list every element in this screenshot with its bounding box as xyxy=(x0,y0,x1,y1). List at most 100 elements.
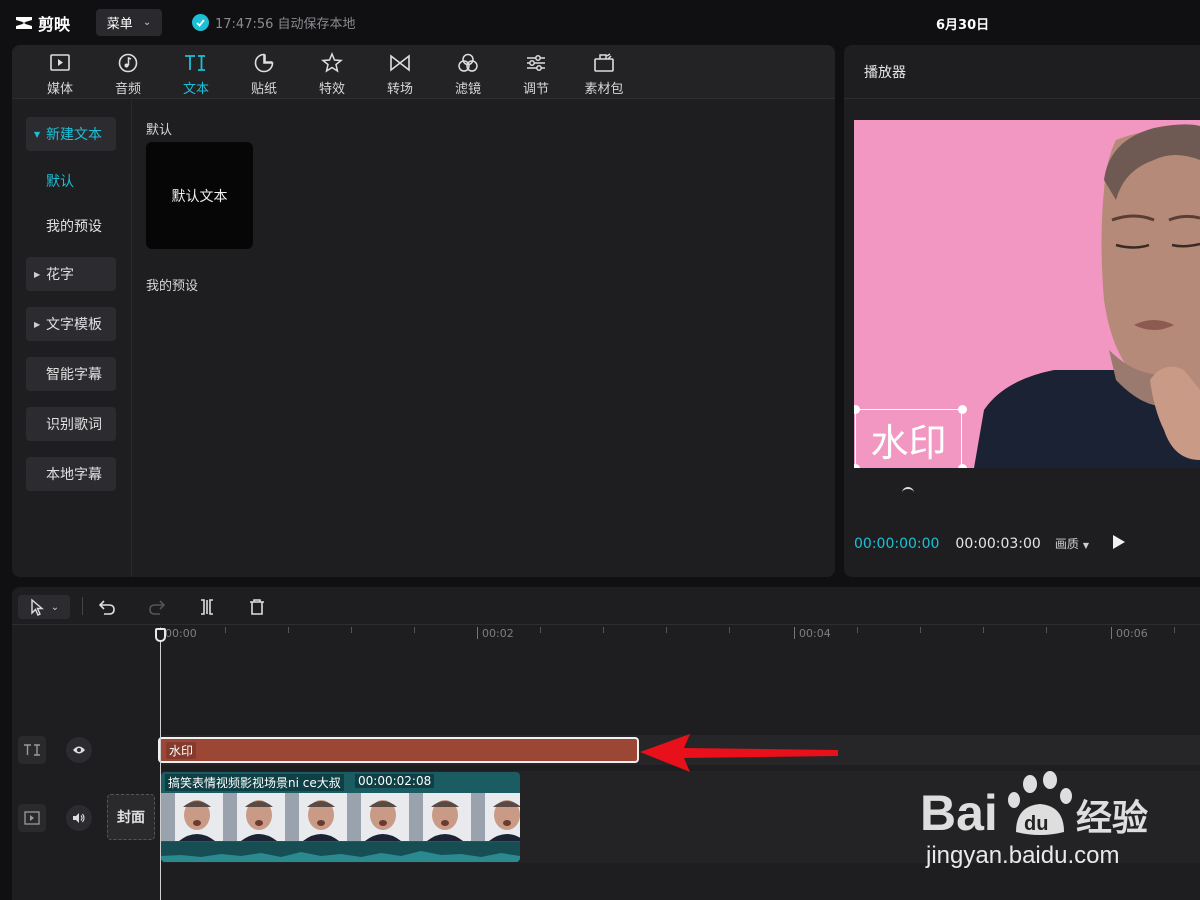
sidebar-item-label: 新建文本 xyxy=(46,127,102,143)
video-track-icon xyxy=(18,804,46,832)
playhead-line xyxy=(160,633,161,900)
tab-transition[interactable]: 转场 xyxy=(366,45,434,98)
menu-label: 菜单 xyxy=(106,17,133,32)
delete-button[interactable] xyxy=(246,595,268,619)
tab-label: 素材包 xyxy=(584,82,624,97)
thumbnail-frame xyxy=(471,793,520,841)
adjust-icon xyxy=(527,55,545,71)
video-preview[interactable]: 水印 xyxy=(854,120,1200,468)
sidebar-item-auto-captions[interactable]: 智能字幕 xyxy=(26,357,116,391)
text-clip-watermark[interactable]: 水印 xyxy=(158,737,639,763)
redo-button[interactable] xyxy=(146,595,168,619)
ruler-tick xyxy=(603,627,604,633)
effects-icon xyxy=(321,52,343,73)
ruler-tick xyxy=(414,627,415,633)
ruler-label: 00:02 xyxy=(482,627,514,640)
undo-button[interactable] xyxy=(96,595,118,619)
thumbnail-frame xyxy=(223,793,285,841)
text-icon xyxy=(185,55,205,71)
video-clip[interactable]: 搞笑表情视频影视场景ni ce大叔 00:00:02:08 xyxy=(161,772,520,862)
toolbar-divider xyxy=(82,597,83,615)
watermark-site: jingyan.baidu.com xyxy=(926,842,1120,869)
cover-button[interactable]: 封面 xyxy=(107,794,155,840)
tab-label: 媒体 xyxy=(46,82,73,97)
track-visibility-button[interactable] xyxy=(66,737,92,763)
tab-media[interactable]: 媒体 xyxy=(26,45,94,98)
track-mute-button[interactable] xyxy=(66,805,92,831)
tab-label: 特效 xyxy=(318,82,345,97)
timeline-ruler[interactable]: 00:00 00:02 00:04 00:06 xyxy=(160,625,1200,645)
timeline-toolbar: ⌄ xyxy=(12,587,1200,625)
sidebar-item-default[interactable]: 默认 xyxy=(26,164,116,198)
svg-text:Bai: Bai xyxy=(920,785,998,841)
ruler-label: 00:06 xyxy=(1116,627,1148,640)
watermark-text-overlay[interactable]: 水印 xyxy=(855,409,962,468)
ruler-tick xyxy=(666,627,667,633)
sidebar-item-my-presets[interactable]: 我的预设 xyxy=(26,209,116,243)
resource-panel: 媒体 音频 文本 贴纸 特效 转场 滤镜 调节 素材包 ▼ 新建文本 默认 我的… xyxy=(12,45,835,577)
sidebar-item-text-template[interactable]: ▶ 文字模板 xyxy=(26,307,116,341)
watermark-text: 水印 xyxy=(870,420,947,465)
split-icon xyxy=(201,599,213,615)
quality-dropdown[interactable]: 画质 ▼ xyxy=(1055,535,1089,552)
check-circle-icon xyxy=(192,14,209,31)
quality-label: 画质 xyxy=(1054,537,1079,551)
app-logo: 剪映 xyxy=(14,11,70,35)
speaker-icon xyxy=(73,813,85,823)
sidebar-item-local-captions[interactable]: 本地字幕 xyxy=(26,457,116,491)
autosave-text: 17:47:56 自动保存本地 xyxy=(215,17,356,32)
baidu-jingyan-watermark: Bai du 经验 jingyan.baidu.com xyxy=(920,770,1190,890)
resize-handle[interactable] xyxy=(958,405,967,414)
rotate-handle-icon[interactable] xyxy=(902,487,914,493)
total-time: 00:00:03:00 xyxy=(955,535,1041,552)
ruler-tick xyxy=(288,627,289,633)
text-track-icon xyxy=(18,736,46,764)
tab-package[interactable]: 素材包 xyxy=(570,45,638,98)
tab-filter[interactable]: 滤镜 xyxy=(434,45,502,98)
sidebar-item-fancy-text[interactable]: ▶ 花字 xyxy=(26,257,116,291)
play-icon[interactable] xyxy=(1112,534,1126,550)
trash-icon xyxy=(250,599,264,615)
ruler-label: 00:04 xyxy=(799,627,831,640)
sidebar-item-lyrics[interactable]: 识别歌词 xyxy=(26,407,116,441)
resize-handle[interactable] xyxy=(958,464,967,468)
video-thumbnails xyxy=(161,793,520,841)
project-date: 6月30日 xyxy=(936,18,990,33)
ruler-tick xyxy=(351,627,352,633)
tab-label: 滤镜 xyxy=(454,82,481,97)
tab-adjust[interactable]: 调节 xyxy=(502,45,570,98)
chevron-down-icon: ⌄ xyxy=(142,17,152,28)
sidebar-item-label: 识别歌词 xyxy=(46,417,102,433)
text-clip-label: 水印 xyxy=(166,742,197,759)
tab-label: 调节 xyxy=(522,82,549,97)
red-arrow-annotation-icon xyxy=(640,734,838,772)
playhead-handle[interactable] xyxy=(155,628,166,642)
sidebar-item-label: 本地字幕 xyxy=(46,467,102,483)
section-title-default: 默认 xyxy=(146,123,173,138)
tab-sticker[interactable]: 贴纸 xyxy=(230,45,298,98)
tab-effects[interactable]: 特效 xyxy=(298,45,366,98)
default-text-card[interactable]: 默认文本 xyxy=(146,142,253,249)
package-icon xyxy=(594,53,614,72)
chevron-down-icon: ⌄ xyxy=(50,601,60,613)
menu-button[interactable]: 菜单 ⌄ xyxy=(96,9,162,36)
redo-icon xyxy=(149,600,166,615)
top-bar: 剪映 菜单 ⌄ 17:47:56 自动保存本地 6月30日 xyxy=(0,0,1200,44)
caret-down-icon: ▼ xyxy=(1082,541,1090,550)
select-tool-button[interactable]: ⌄ xyxy=(18,595,70,619)
tab-label: 文本 xyxy=(182,82,209,97)
split-button[interactable] xyxy=(196,595,218,619)
sidebar-item-new-text[interactable]: ▼ 新建文本 xyxy=(26,117,116,151)
ruler-tick xyxy=(920,627,921,633)
tab-text[interactable]: 文本 xyxy=(162,45,230,98)
tab-audio[interactable]: 音频 xyxy=(94,45,162,98)
media-icon xyxy=(50,54,70,71)
tab-label: 贴纸 xyxy=(250,82,277,97)
current-time: 00:00:00:00 xyxy=(854,535,940,552)
caret-right-icon: ▶ xyxy=(34,319,41,329)
transition-icon xyxy=(390,54,410,72)
eye-icon xyxy=(73,746,85,754)
audio-icon xyxy=(118,53,138,73)
thumbnail-frame xyxy=(347,793,409,841)
sidebar-item-label: 花字 xyxy=(46,267,74,283)
